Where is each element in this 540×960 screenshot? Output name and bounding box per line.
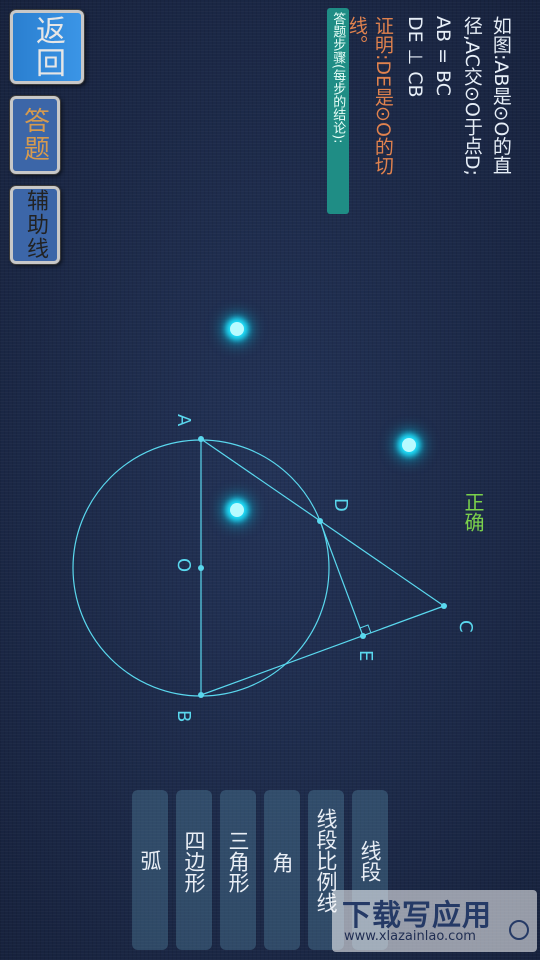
label-e: E (354, 650, 376, 662)
option-triangle-label: 三角形 (226, 830, 250, 893)
label-c: C (454, 620, 476, 633)
label-o: O (172, 558, 194, 573)
option-angle[interactable]: 角 (264, 790, 300, 950)
option-angle-label: 角 (270, 852, 294, 873)
watermark: 下载写应用 www.xlazainlao.com (332, 890, 537, 952)
option-arc-label: 弧 (138, 850, 162, 871)
watermark-logo-icon (509, 920, 529, 940)
segment-de (319, 520, 364, 637)
label-d: D (329, 498, 351, 512)
label-a: A (172, 414, 194, 427)
point-e (360, 633, 366, 639)
point-o (198, 565, 204, 571)
point-a (198, 436, 204, 442)
point-c (441, 603, 447, 609)
label-b: B (172, 710, 194, 723)
point-d (317, 518, 323, 524)
option-arc[interactable]: 弧 (132, 790, 168, 950)
watermark-title: 下载写应用 (342, 898, 493, 932)
option-quadrilateral-label: 四边形 (182, 830, 206, 893)
option-segment-label: 线段 (358, 840, 382, 882)
option-triangle[interactable]: 三角形 (220, 790, 256, 950)
option-quadrilateral[interactable]: 四边形 (176, 790, 212, 950)
watermark-url: www.xlazainlao.com (344, 929, 476, 944)
point-b (198, 692, 204, 698)
segment-bc (200, 605, 445, 696)
